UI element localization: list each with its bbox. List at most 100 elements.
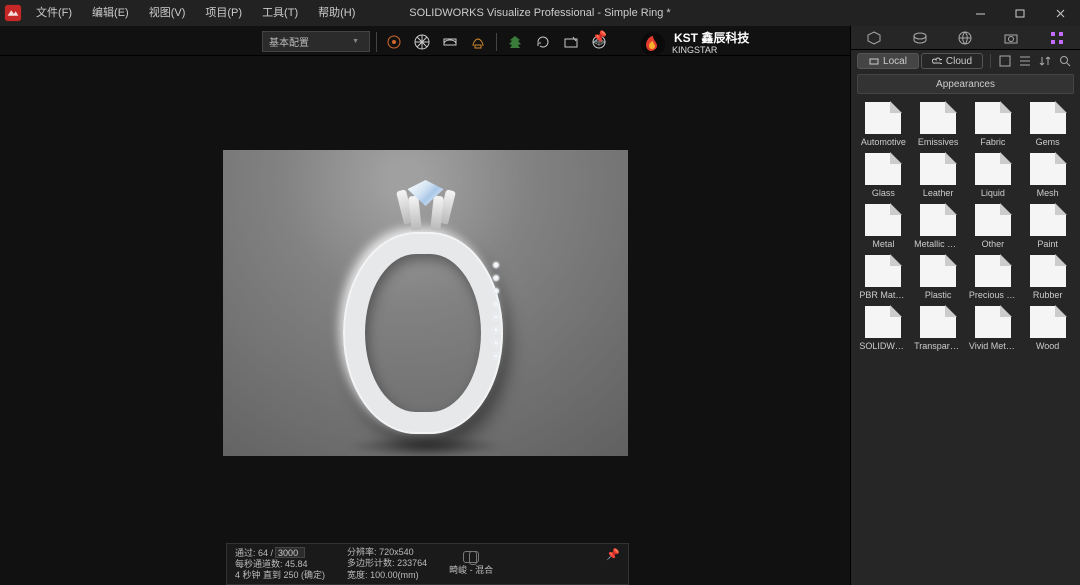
library-folder[interactable]: Precious M... [969, 255, 1018, 300]
minimize-button[interactable] [960, 0, 1000, 26]
search-icon[interactable] [1056, 53, 1074, 69]
branding-logo: KST 鑫辰科技 KINGSTAR [640, 28, 749, 60]
library-grid: Automotive EmissivesFabric Gems Glass Leathe… [851, 96, 1080, 357]
fast-icon[interactable] [468, 32, 488, 52]
library-folder[interactable]: Mesh [1023, 153, 1072, 198]
folder-icon [865, 204, 901, 236]
status-bar: 通过: 64 /3000 每秒通道数: 45.84 4 秒钟 直到 250 (确… [226, 543, 629, 585]
statusbar-pin-icon[interactable]: 📌 [606, 548, 620, 561]
folder-label: Vivid Metalli... [969, 341, 1017, 351]
configuration-selector[interactable]: 基本配置 ▼ [262, 31, 370, 52]
folder-label: Wood [1024, 341, 1072, 351]
local-button[interactable]: Local [857, 53, 919, 69]
tab-library[interactable] [1034, 26, 1080, 49]
view-large-icon[interactable] [996, 53, 1014, 69]
folder-label: Precious M... [969, 290, 1017, 300]
view-list-icon[interactable] [1016, 53, 1034, 69]
separator [376, 32, 377, 52]
library-folder[interactable]: Emissives [914, 102, 963, 147]
poly-value: 233764 [397, 558, 427, 568]
pin-icon[interactable]: 📌 [592, 30, 607, 44]
library-folder[interactable]: Transparent... [914, 306, 963, 351]
folder-icon [865, 306, 901, 338]
resolution-value: 720x540 [379, 547, 414, 557]
library-folder[interactable]: Glass [859, 153, 908, 198]
library-folder[interactable]: Leather [914, 153, 963, 198]
folder-icon [975, 102, 1011, 134]
library-folder[interactable]: Other [969, 204, 1018, 249]
width-value: 100.00(mm) [370, 570, 419, 580]
brand-text-bottom: KINGSTAR [672, 46, 749, 56]
folder-icon [975, 255, 1011, 287]
library-folder[interactable]: Metal [859, 204, 908, 249]
tab-scene[interactable] [897, 26, 943, 49]
accurender-icon[interactable] [412, 32, 432, 52]
folder-icon [1030, 306, 1066, 338]
library-folder[interactable]: Metallic Paint [914, 204, 963, 249]
maximize-button[interactable] [1000, 0, 1040, 26]
render-viewport[interactable] [223, 150, 628, 456]
render-select-icon[interactable] [384, 32, 404, 52]
stereo-label: 畸峻 - 混合 [449, 565, 493, 576]
cloud-button[interactable]: Cloud [921, 53, 983, 69]
tree-icon[interactable] [505, 32, 525, 52]
folder-label: Leather [914, 188, 962, 198]
refresh-icon[interactable] [533, 32, 553, 52]
folder-icon [1030, 102, 1066, 134]
close-button[interactable] [1040, 0, 1080, 26]
passes-total-input[interactable]: 3000 [275, 547, 305, 558]
menu-edit[interactable]: 编辑(E) [82, 0, 139, 26]
folder-icon [920, 102, 956, 134]
brand-text-top: KST 鑫辰科技 [674, 32, 749, 45]
library-folder[interactable]: Automotive [859, 102, 908, 147]
library-folder[interactable]: SOLIDWOR... [859, 306, 908, 351]
folder-label: Transparent... [914, 341, 962, 351]
library-folder[interactable]: Plastic [914, 255, 963, 300]
folder-label: SOLIDWOR... [859, 341, 907, 351]
tab-camera[interactable] [988, 26, 1034, 49]
menu-project[interactable]: 项目(P) [195, 0, 252, 26]
menu-help[interactable]: 帮助(H) [308, 0, 365, 26]
library-folder[interactable]: Fabric [969, 102, 1018, 147]
folder-label: Metallic Paint [914, 239, 962, 249]
configuration-label: 基本配置 [269, 34, 309, 49]
library-folder[interactable]: Paint [1023, 204, 1072, 249]
width-label: 宽度: [347, 570, 368, 580]
passes-current: 64 / [258, 548, 273, 558]
folder-icon [1030, 153, 1066, 185]
library-folder[interactable]: Vivid Metalli... [969, 306, 1018, 351]
folder-icon [865, 255, 901, 287]
library-folder[interactable]: Rubber [1023, 255, 1072, 300]
folder-label: Rubber [1024, 290, 1072, 300]
folder-icon [920, 255, 956, 287]
stereo-icon[interactable] [463, 551, 479, 563]
folder-label: Glass [859, 188, 907, 198]
library-folder[interactable]: Wood [1023, 306, 1072, 351]
folder-label: Automotive [859, 137, 907, 147]
menu-view[interactable]: 视图(V) [139, 0, 196, 26]
folder-label: Paint [1024, 239, 1072, 249]
menu-file[interactable]: 文件(F) [26, 0, 82, 26]
resolution-label: 分辨率: [347, 547, 377, 557]
library-folder[interactable]: Liquid [969, 153, 1018, 198]
folder-label: Gems [1024, 137, 1072, 147]
tab-model[interactable] [851, 26, 897, 49]
folder-label: Liquid [969, 188, 1017, 198]
library-folder[interactable]: PBR Materi... [859, 255, 908, 300]
poly-label: 多边形计数: [347, 558, 395, 568]
menu-tools[interactable]: 工具(T) [252, 0, 308, 26]
snapshot-icon[interactable] [561, 32, 581, 52]
app-icon [4, 4, 22, 22]
rate-label: 每秒通道数: [235, 559, 283, 569]
folder-icon [865, 153, 901, 185]
sort-icon[interactable] [1036, 53, 1054, 69]
library-folder[interactable]: Gems [1023, 102, 1072, 147]
folder-icon [1030, 204, 1066, 236]
eta-text: 4 秒钟 直到 250 (确定) [235, 570, 325, 581]
tab-environment[interactable] [943, 26, 989, 49]
chevron-down-icon: ▼ [352, 38, 359, 45]
folder-label: Mesh [1024, 188, 1072, 198]
passes-label: 通过: [235, 548, 256, 558]
preview-icon[interactable] [440, 32, 460, 52]
section-appearances[interactable]: Appearances [857, 74, 1074, 94]
